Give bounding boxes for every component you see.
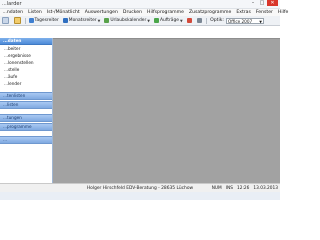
toolbar-separator: [25, 17, 26, 24]
calendar-month-icon: [62, 18, 68, 23]
check-icon: [153, 18, 159, 23]
chevron-down-icon: ▼: [179, 18, 183, 23]
status-indicators: NUM INS 12:26 13.03.2013: [208, 186, 278, 191]
bottom-strip: [0, 192, 280, 200]
close-button[interactable]: ✕: [267, 0, 278, 6]
window-controls: – □ ✕: [248, 0, 278, 6]
chevron-down-icon: ▼: [147, 18, 150, 23]
status-time: 12:26: [237, 185, 250, 191]
title-bar: ...larder – □ ✕: [0, 0, 280, 9]
menu-item-monatlicht[interactable]: Ist-/Mönatlicht: [44, 10, 82, 15]
toolbar: Tagesreiter Monatsreiter ▼ Urlaubskalend…: [0, 16, 280, 26]
auftrage-label: Aufträge: [159, 18, 179, 23]
monatsreiter-button[interactable]: Monatsreiter ▼: [61, 17, 102, 24]
menu-item-hilfe[interactable]: Hilfe: [275, 10, 290, 15]
status-date: 13.03.2013: [253, 185, 278, 191]
toolbar-icon-button-1[interactable]: [0, 17, 11, 24]
sidebar-item-kostenstellen[interactable]: ...lonenstellen: [0, 59, 52, 66]
sidebar-section-auswertungen[interactable]: ...tungen: [0, 113, 52, 122]
vacation-calendar-icon: [104, 18, 110, 23]
sidebar-item-kalender[interactable]: ...lender: [0, 80, 52, 87]
status-bar: Holger Hirschfeld EDV-Beratung - 28635 L…: [0, 183, 280, 192]
maximize-button[interactable]: □: [258, 0, 266, 6]
chevron-down-icon: ▼: [259, 19, 262, 24]
sidebar-section-listen[interactable]: ...listen: [0, 101, 52, 109]
toolbar-icon-button-4[interactable]: [195, 17, 204, 24]
toolbar-icon-button-2[interactable]: [12, 17, 23, 24]
sidebar-item-mitarbeiter[interactable]: ...beiter: [0, 45, 52, 52]
minimize-button[interactable]: –: [249, 0, 257, 6]
document-icon: [1, 17, 9, 24]
mdi-workspace: [53, 38, 280, 184]
sidebar-item-ergebnisse[interactable]: ...ergebnisse: [0, 52, 52, 59]
auftrage-button[interactable]: Aufträge ▼: [152, 17, 184, 24]
sidebar-section-extra[interactable]: ...: [0, 135, 52, 144]
menu-item-daten[interactable]: ...ndaten: [0, 10, 26, 15]
print-icon: [196, 18, 202, 23]
menu-bar: ...ndaten Listen Ist-/Mönatlicht Auswert…: [0, 9, 288, 16]
chevron-down-icon: ▼: [97, 18, 101, 23]
menu-item-listen[interactable]: Listen: [26, 10, 45, 15]
toolbar-icon-button-3[interactable]: [185, 17, 194, 24]
optik-select[interactable]: Office 2007 ▼: [225, 17, 264, 24]
sidebar: ...daten ...beiter ...ergebnisse ...lone…: [0, 38, 53, 183]
optik-value: Office 2007: [227, 18, 253, 24]
window-title: ...larder: [2, 1, 22, 7]
sidebar-item-verlaufe[interactable]: ...äufe: [0, 73, 52, 80]
tagesreiter-button[interactable]: Tagesreiter: [27, 17, 60, 24]
urlaubskalender-button[interactable]: Urlaubskalender ▼: [103, 17, 152, 24]
calendar-day-icon: [28, 18, 34, 23]
toolbar-separator: [206, 17, 208, 24]
open-icon: [13, 17, 21, 24]
chart-icon: [186, 18, 192, 23]
optik-label: Optik:: [210, 18, 224, 23]
menu-item-fenster[interactable]: Fenster: [253, 10, 275, 15]
sidebar-item-stelle[interactable]: ...stelle: [0, 66, 52, 73]
sidebar-section-datenlisten[interactable]: ...tenlisten: [0, 91, 52, 100]
sidebar-section-programme[interactable]: ...programme: [0, 123, 52, 131]
urlaubskalender-label: Urlaubskalender: [110, 18, 147, 23]
sidebar-header[interactable]: ...daten: [0, 38, 52, 45]
tagesreiter-label: Tagesreiter: [34, 18, 59, 23]
menu-item-zusatzprogramme[interactable]: Zusatzprogramme: [186, 10, 233, 15]
optik-group: Optik: Office 2007 ▼: [210, 17, 264, 24]
menu-item-hilfsprogramme[interactable]: Hilfsprogramme: [145, 10, 187, 15]
menu-item-drucken[interactable]: Drucken: [120, 10, 144, 15]
menu-item-extras[interactable]: Extras: [234, 10, 254, 15]
monatsreiter-label: Monatsreiter: [68, 18, 97, 23]
menu-item-auswertungen[interactable]: Auswertungen: [82, 10, 120, 15]
status-num: NUM: [211, 185, 222, 191]
status-ins: INS: [225, 185, 233, 191]
